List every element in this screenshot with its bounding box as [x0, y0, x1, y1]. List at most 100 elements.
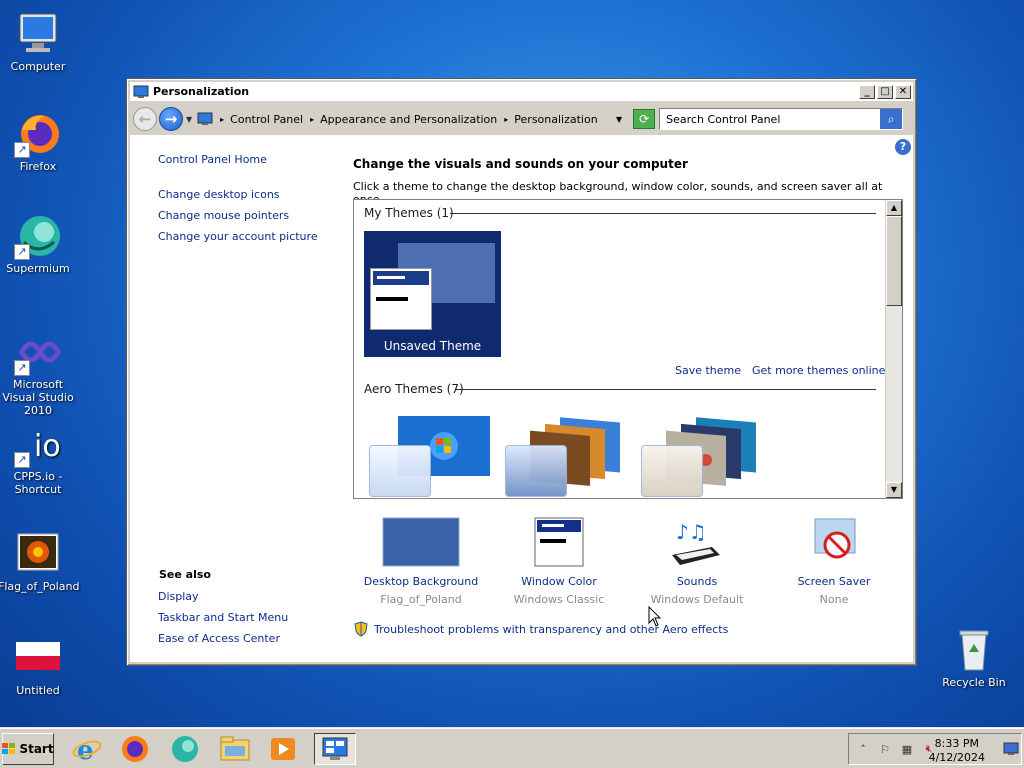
recycle-bin-icon	[950, 626, 998, 674]
screen-saver-setting[interactable]: Screen Saver None	[764, 517, 904, 606]
theme-list-scrollbar[interactable]: ▲ ▼	[885, 200, 902, 498]
breadcrumb-personalization[interactable]: Personalization	[514, 113, 597, 126]
internet-explorer-icon: e	[72, 736, 102, 764]
search-icon[interactable]: ⌕	[880, 109, 903, 129]
save-theme-link[interactable]: Save theme	[675, 364, 741, 377]
taskbar-media-player[interactable]	[262, 733, 304, 765]
window-title: Personalization	[153, 85, 250, 98]
control-panel-icon	[133, 85, 149, 99]
setting-value: None	[819, 593, 849, 606]
control-panel-home-link[interactable]: Control Panel Home	[158, 153, 267, 166]
svg-text:io: io	[34, 429, 61, 464]
start-label: Start	[19, 742, 54, 756]
svg-text:♪♫: ♪♫	[676, 520, 707, 544]
sounds-setting[interactable]: ♪♫ Sounds Windows Default	[627, 517, 767, 606]
my-themes-header: My Themes (1)	[364, 206, 454, 220]
change-mouse-pointers-link[interactable]: Change mouse pointers	[158, 209, 289, 222]
see-also-heading: See also	[159, 568, 211, 581]
taskbar-internet-explorer[interactable]: e	[66, 733, 108, 765]
unsaved-theme-tile[interactable]: Unsaved Theme	[364, 231, 501, 357]
desktop-background-setting[interactable]: Desktop Background Flag_of_Poland	[351, 517, 491, 606]
taskbar-start-menu-link[interactable]: Taskbar and Start Menu	[158, 611, 288, 624]
title-bar[interactable]: Personalization _ □ ✕	[130, 82, 913, 102]
supermium-icon: ↗	[14, 212, 62, 260]
desktop-icon-visual-studio[interactable]: ↗ Microsoft Visual Studio 2010	[0, 328, 78, 417]
desktop-icon-recycle-bin[interactable]: Recycle Bin	[934, 626, 1014, 689]
forward-button[interactable]: →	[159, 107, 183, 131]
get-more-themes-link[interactable]: Get more themes online	[752, 364, 885, 377]
personalization-window: Personalization _ □ ✕ ← → ▼ ▸ Control Pa…	[126, 78, 917, 666]
ease-of-access-link[interactable]: Ease of Access Center	[158, 632, 280, 645]
theme-list[interactable]: My Themes (1) Unsaved Theme Save theme G…	[353, 199, 903, 499]
setting-value: Windows Default	[650, 593, 744, 606]
control-panel-icon	[322, 737, 348, 760]
aero-theme-windows7-thumb[interactable]	[364, 412, 494, 497]
change-account-picture-link[interactable]: Change your account picture	[158, 230, 318, 243]
breadcrumb-separator-icon[interactable]: ▸	[220, 115, 224, 124]
aero-theme-nature-thumb[interactable]	[636, 412, 766, 497]
theme-preview-window-icon	[370, 268, 432, 330]
clock[interactable]: 8:33 PM 4/12/2024	[929, 737, 985, 765]
setting-value: Flag_of_Poland	[380, 593, 462, 606]
minimize-button[interactable]: _	[859, 84, 875, 99]
content-area: ? Control Panel Home Change desktop icon…	[130, 135, 913, 662]
desktop-icon-label: Supermium	[6, 262, 70, 275]
screen-saver-icon	[795, 517, 873, 567]
theme-preview-glass	[505, 445, 567, 497]
window-color-icon	[520, 517, 598, 567]
desktop-icon-label: Flag_of_Poland	[0, 580, 80, 593]
troubleshoot-row[interactable]: Troubleshoot problems with transparency …	[353, 621, 728, 637]
action-center-flag-icon[interactable]: ⚐	[877, 741, 893, 757]
search-input[interactable]: Search Control Panel	[666, 113, 780, 126]
control-panel-icon	[196, 111, 214, 127]
address-dropdown-icon[interactable]: ▼	[616, 115, 622, 124]
scroll-down-icon[interactable]: ▼	[886, 482, 902, 498]
taskbar-explorer[interactable]	[214, 733, 256, 765]
theme-preview-glass	[369, 445, 431, 497]
network-icon[interactable]: ▦	[899, 741, 915, 757]
breadcrumb-separator-icon[interactable]: ▸	[504, 115, 508, 124]
back-button[interactable]: ←	[133, 107, 157, 131]
desktop-icon-firefox[interactable]: ↗ Firefox	[0, 110, 78, 173]
folder-icon	[220, 736, 250, 761]
recent-pages-dropdown[interactable]: ▼	[186, 115, 192, 124]
close-button[interactable]: ✕	[895, 84, 911, 99]
shortcut-arrow-icon: ↗	[14, 244, 30, 260]
display-link[interactable]: Display	[158, 590, 199, 603]
window-color-setting[interactable]: Window Color Windows Classic	[489, 517, 629, 606]
breadcrumb-control-panel[interactable]: Control Panel	[230, 113, 303, 126]
desktop-icon-untitled[interactable]: Untitled	[0, 634, 78, 697]
windows-flag-icon	[2, 743, 16, 755]
scroll-thumb[interactable]	[886, 216, 902, 306]
page-title: Change the visuals and sounds on your co…	[353, 157, 688, 171]
change-desktop-icons-link[interactable]: Change desktop icons	[158, 188, 280, 201]
taskbar-supermium[interactable]	[164, 733, 206, 765]
desktop-icon-supermium[interactable]: ↗ Supermium	[0, 212, 78, 275]
aero-theme-architecture-thumb[interactable]	[500, 412, 630, 497]
setting-label: Window Color	[521, 575, 597, 588]
show-hidden-icons-icon[interactable]: ˄	[855, 741, 871, 757]
shortcut-arrow-icon: ↗	[14, 360, 30, 376]
desktop-icon-computer[interactable]: Computer	[0, 10, 78, 73]
firefox-icon: ↗	[14, 110, 62, 158]
scroll-up-icon[interactable]: ▲	[886, 200, 902, 216]
search-box[interactable]: Search Control Panel ⌕	[659, 108, 904, 130]
desktop-icon-cpps[interactable]: io ↗ CPPS.io - Shortcut	[0, 420, 78, 496]
taskbar-firefox[interactable]	[114, 733, 156, 765]
shortcut-arrow-icon: ↗	[14, 452, 30, 468]
breadcrumb-appearance[interactable]: Appearance and Personalization	[320, 113, 497, 126]
troubleshoot-link[interactable]: Troubleshoot problems with transparency …	[374, 623, 728, 636]
divider	[456, 389, 876, 390]
refresh-button[interactable]: ⟳	[633, 109, 656, 129]
clock-date: 4/12/2024	[928, 751, 985, 764]
address-bar[interactable]: ▸ Control Panel ▸ Appearance and Persona…	[195, 108, 630, 130]
poland-flag-icon	[14, 634, 62, 682]
show-desktop-icon[interactable]	[1003, 742, 1019, 756]
taskbar-control-panel[interactable]	[314, 733, 356, 765]
help-icon[interactable]: ?	[895, 139, 911, 155]
image-file-icon	[14, 530, 62, 578]
start-button[interactable]: Start	[2, 733, 54, 765]
maximize-button[interactable]: □	[877, 84, 893, 99]
breadcrumb-separator-icon[interactable]: ▸	[310, 115, 314, 124]
desktop-icon-flag-file[interactable]: Flag_of_Poland	[0, 530, 80, 593]
